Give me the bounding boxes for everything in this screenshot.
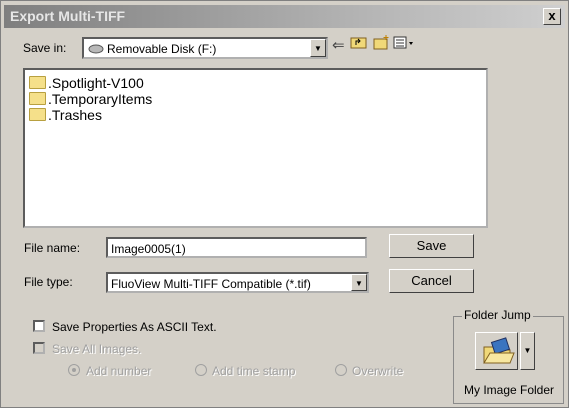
file-name-text: .Trashes (48, 107, 102, 123)
save-in-value: Removable Disk (F:) (88, 42, 216, 56)
save-all-images-checkbox[interactable] (33, 342, 45, 354)
file-type-combo[interactable]: FluoView Multi-TIFF Compatible (*.tif) ▼ (106, 272, 369, 293)
overwrite-radio[interactable] (335, 364, 347, 376)
cancel-button[interactable]: Cancel (389, 269, 474, 293)
file-type-value: FluoView Multi-TIFF Compatible (*.tif) (111, 277, 311, 291)
folder-jump-label: My Image Folder (464, 383, 555, 397)
folder-jump-button[interactable] (475, 332, 518, 370)
list-item[interactable]: .Spotlight-V100 (29, 75, 144, 91)
file-name-field[interactable]: Image0005(1) (106, 237, 367, 258)
list-item[interactable]: .Trashes (29, 107, 102, 123)
window-title: Export Multi-TIFF (10, 8, 126, 24)
folder-jump-dropdown-arrow[interactable]: ▼ (520, 332, 535, 370)
folder-jump-title: Folder Jump (462, 308, 533, 322)
title-bar[interactable]: Export Multi-TIFF x (4, 5, 565, 28)
export-dialog: Export Multi-TIFF x Save in: Removable D… (0, 0, 569, 408)
view-menu-icon[interactable] (393, 34, 417, 54)
add-number-label: Add number (86, 364, 152, 378)
save-in-dropdown-arrow[interactable]: ▼ (310, 39, 326, 57)
back-arrow-icon[interactable]: ⇐ (332, 36, 345, 54)
file-type-dropdown-arrow[interactable]: ▼ (351, 274, 367, 291)
up-folder-icon[interactable] (350, 34, 368, 54)
close-icon: x (548, 8, 556, 23)
add-number-radio[interactable] (68, 364, 80, 376)
folder-icon (29, 92, 46, 105)
folder-image-icon (483, 337, 515, 364)
file-name-text: .TemporaryItems (48, 91, 153, 107)
save-button[interactable]: Save (389, 234, 474, 258)
folder-icon (29, 108, 46, 121)
file-name-label: File name: (24, 241, 81, 255)
save-in-label: Save in: (23, 41, 67, 55)
save-all-images-label: Save All Images. (52, 342, 142, 356)
file-list[interactable]: .Spotlight-V100 .TemporaryItems .Trashes (23, 68, 488, 228)
save-properties-checkbox[interactable] (33, 320, 45, 332)
folder-icon (29, 76, 46, 89)
add-time-stamp-label: Add time stamp (212, 364, 296, 378)
add-time-stamp-radio[interactable] (195, 364, 207, 376)
new-folder-icon[interactable] (373, 34, 391, 54)
save-in-combo[interactable]: Removable Disk (F:) ▼ (82, 37, 328, 59)
file-type-label: File type: (24, 275, 73, 289)
save-in-text: Removable Disk (F:) (107, 42, 217, 56)
close-button[interactable]: x (543, 8, 561, 25)
drive-icon (88, 44, 104, 54)
list-item[interactable]: .TemporaryItems (29, 91, 152, 107)
overwrite-label: Overwrite (352, 364, 404, 378)
save-properties-label: Save Properties As ASCII Text. (52, 320, 217, 334)
file-name-value: Image0005(1) (111, 242, 186, 256)
file-name-text: .Spotlight-V100 (48, 75, 144, 91)
